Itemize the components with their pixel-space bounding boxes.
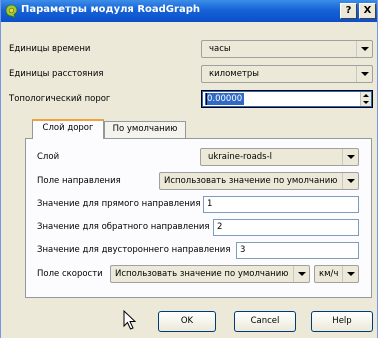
speed-unit-combo[interactable]: км/ч bbox=[314, 265, 359, 283]
chevron-down-icon[interactable] bbox=[293, 266, 309, 282]
both-value: 3 bbox=[240, 245, 246, 255]
layer-value: ukraine-roads-l bbox=[208, 152, 273, 162]
forward-value-label: Значение для прямого направления bbox=[37, 199, 201, 209]
chevron-down-icon[interactable] bbox=[356, 41, 372, 57]
time-units-value: часы bbox=[209, 44, 231, 54]
speed-field-value: Использовать значение по умолчанию bbox=[115, 269, 289, 279]
distance-units-label: Единицы расстояния bbox=[9, 69, 104, 79]
qgis-icon bbox=[5, 4, 18, 18]
help-button[interactable]: Help bbox=[311, 311, 373, 332]
title-bar[interactable]: Параметры модуля RoadGraph ? X bbox=[1, 0, 377, 22]
mouse-pointer-icon bbox=[123, 310, 137, 330]
topology-tolerance-spinbox[interactable]: 0.00000 bbox=[201, 90, 373, 108]
tab-default[interactable]: По умолчанию bbox=[104, 121, 186, 138]
reverse-value-label: Значение для обратного направления bbox=[37, 222, 210, 232]
spin-buttons[interactable] bbox=[360, 92, 371, 106]
layer-label: Слой bbox=[37, 152, 60, 162]
reverse-value-field[interactable]: 2 bbox=[213, 219, 359, 236]
speed-field-combo[interactable]: Использовать значение по умолчанию bbox=[110, 265, 310, 283]
speed-field-label: Поле скорости bbox=[37, 269, 103, 279]
speed-unit-value: км/ч bbox=[319, 269, 339, 279]
direction-field-combo[interactable]: Использовать значение по умолчанию bbox=[159, 172, 359, 190]
topology-tolerance-label: Топологический порог bbox=[9, 94, 111, 104]
chevron-down-icon[interactable] bbox=[342, 149, 358, 165]
layer-combo[interactable]: ukraine-roads-l bbox=[200, 148, 359, 166]
both-value-field[interactable]: 3 bbox=[236, 242, 359, 259]
window-title: Параметры модуля RoadGraph bbox=[21, 4, 200, 15]
reverse-value: 2 bbox=[217, 222, 223, 232]
ok-button[interactable]: OK bbox=[158, 311, 216, 332]
dialog-window: Параметры модуля RoadGraph ? X Единицы в… bbox=[0, 0, 378, 338]
forward-value: 1 bbox=[207, 199, 213, 209]
forward-value-field[interactable]: 1 bbox=[203, 196, 359, 213]
road-layer-panel: Слой ukraine-roads-l Поле направления Ис… bbox=[25, 138, 372, 298]
direction-field-value: Использовать значение по умолчанию bbox=[164, 176, 338, 186]
distance-units-combo[interactable]: километры bbox=[201, 65, 373, 83]
close-button[interactable]: X bbox=[359, 3, 376, 19]
chevron-down-icon[interactable] bbox=[356, 66, 372, 82]
spin-down-icon[interactable] bbox=[363, 101, 369, 104]
chevron-down-icon[interactable] bbox=[342, 266, 358, 282]
spin-up-icon[interactable] bbox=[363, 94, 369, 97]
help-title-button[interactable]: ? bbox=[340, 3, 357, 19]
direction-field-label: Поле направления bbox=[37, 176, 121, 186]
both-value-label: Значение для двустороннего направления bbox=[37, 245, 231, 255]
time-units-combo[interactable]: часы bbox=[201, 40, 373, 58]
chevron-down-icon[interactable] bbox=[342, 173, 358, 189]
time-units-label: Единицы времени bbox=[9, 44, 91, 54]
cancel-button[interactable]: Cancel bbox=[234, 311, 296, 332]
text-caret bbox=[206, 93, 207, 105]
topology-tolerance-value: 0.00000 bbox=[205, 93, 245, 105]
distance-units-value: километры bbox=[209, 69, 259, 79]
tab-road-layer[interactable]: Слой дорог bbox=[32, 119, 104, 139]
